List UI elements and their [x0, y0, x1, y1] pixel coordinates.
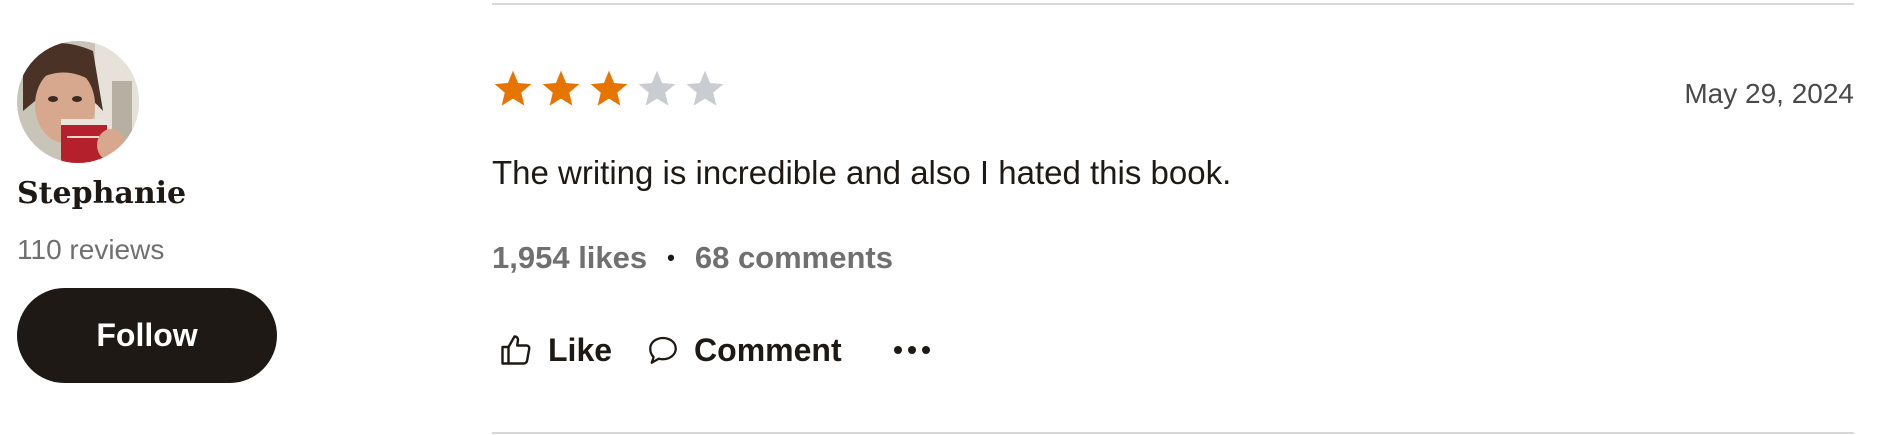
bottom-divider	[492, 432, 1854, 434]
like-label: Like	[548, 331, 613, 368]
like-button[interactable]: Like	[498, 332, 612, 369]
speech-bubble-icon	[646, 333, 680, 367]
more-dot	[907, 346, 916, 354]
reviewer-avatar[interactable]	[17, 41, 139, 163]
comments-count[interactable]: 68 comments	[695, 240, 893, 276]
more-dot	[921, 346, 930, 354]
review-stats: 1,954 likes • 68 comments	[492, 240, 893, 276]
stats-separator: •	[667, 245, 675, 270]
star-empty-icon	[638, 70, 676, 106]
reviewer-review-count: 110 reviews	[17, 234, 165, 265]
review-date[interactable]: May 29, 2024	[1684, 78, 1854, 110]
review-text: The writing is incredible and also I hat…	[492, 154, 1232, 191]
star-filled-icon	[590, 70, 628, 106]
star-rating	[492, 68, 726, 110]
review-actions: Like Comment	[498, 326, 930, 374]
thumbs-up-icon	[498, 332, 534, 368]
star-filled-icon	[542, 70, 580, 106]
reviewer-name[interactable]: Stephanie	[17, 176, 186, 211]
follow-button[interactable]: Follow	[17, 288, 277, 383]
more-dot	[893, 346, 902, 354]
avatar-image	[17, 41, 139, 163]
likes-count[interactable]: 1,954 likes	[492, 240, 647, 276]
more-icon[interactable]	[893, 340, 930, 360]
star-filled-icon	[494, 70, 532, 106]
top-divider	[492, 3, 1854, 5]
star-empty-icon	[686, 70, 724, 106]
comment-label: Comment	[694, 331, 842, 368]
comment-button[interactable]: Comment	[646, 332, 842, 369]
